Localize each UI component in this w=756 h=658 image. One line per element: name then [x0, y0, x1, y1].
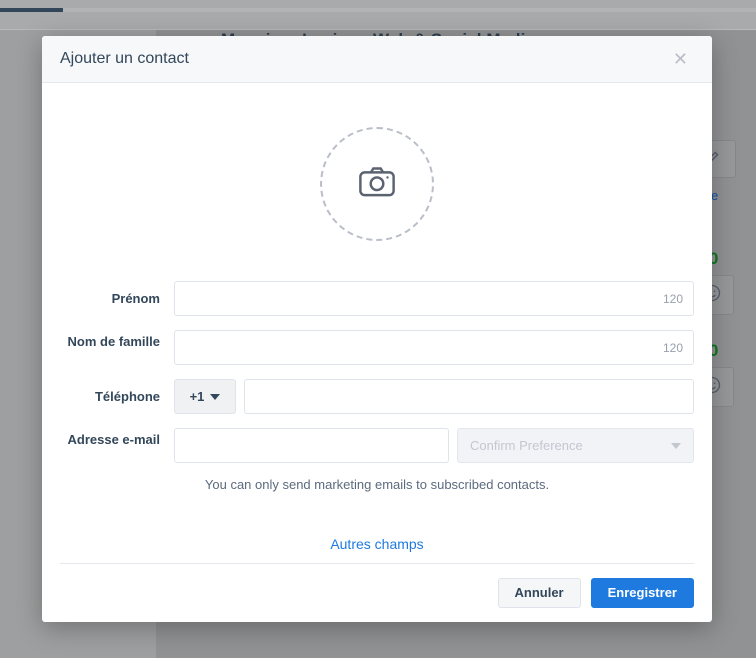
last-name-input-wrap: 120	[174, 330, 694, 365]
more-fields-row: Autres champs	[60, 536, 694, 554]
phone-label: Téléphone	[94, 389, 160, 404]
modal-footer: Annuler Enregistrer	[60, 563, 694, 622]
phone-row: Téléphone +1	[60, 379, 694, 414]
first-name-input-wrap: 120	[174, 281, 694, 316]
add-contact-modal: Ajouter un contact ✕ Prénom 120 Nom de f…	[42, 36, 712, 622]
marketing-helper-text: You can only send marketing emails to su…	[204, 477, 550, 492]
first-name-input[interactable]	[174, 281, 694, 316]
page-root: Monsieur Lucien - Web & Social Media enc…	[0, 0, 756, 658]
avatar-upload-button[interactable]	[320, 127, 434, 241]
phone-input[interactable]	[244, 379, 694, 414]
last-name-row: Nom de famille 120	[60, 330, 694, 365]
email-label: Adresse e-mail	[67, 432, 161, 447]
country-code-select[interactable]: +1	[174, 379, 236, 414]
cancel-button[interactable]: Annuler	[497, 578, 581, 608]
confirm-preference-select[interactable]: Confirm Preference	[457, 428, 694, 463]
last-name-label: Nom de famille	[67, 334, 160, 349]
country-code-value: +1	[189, 389, 205, 404]
email-input[interactable]	[174, 428, 449, 463]
modal-body: Prénom 120 Nom de famille 120 Téléphone …	[42, 83, 712, 563]
modal-title: Ajouter un contact	[60, 50, 189, 67]
first-name-label: Prénom	[111, 291, 160, 306]
last-name-input[interactable]	[174, 330, 694, 365]
avatar-upload-area	[60, 83, 694, 281]
camera-icon	[356, 161, 398, 208]
more-fields-link[interactable]: Autres champs	[330, 536, 423, 552]
confirm-preference-value: Confirm Preference	[470, 438, 583, 453]
chevron-down-icon	[210, 393, 221, 400]
modal-header: Ajouter un contact ✕	[42, 36, 712, 83]
chevron-down-icon	[671, 442, 681, 449]
close-icon[interactable]: ✕	[667, 46, 694, 72]
save-button[interactable]: Enregistrer	[590, 578, 694, 608]
first-name-row: Prénom 120	[60, 281, 694, 316]
email-row: Adresse e-mail Confirm Preference	[60, 428, 694, 463]
